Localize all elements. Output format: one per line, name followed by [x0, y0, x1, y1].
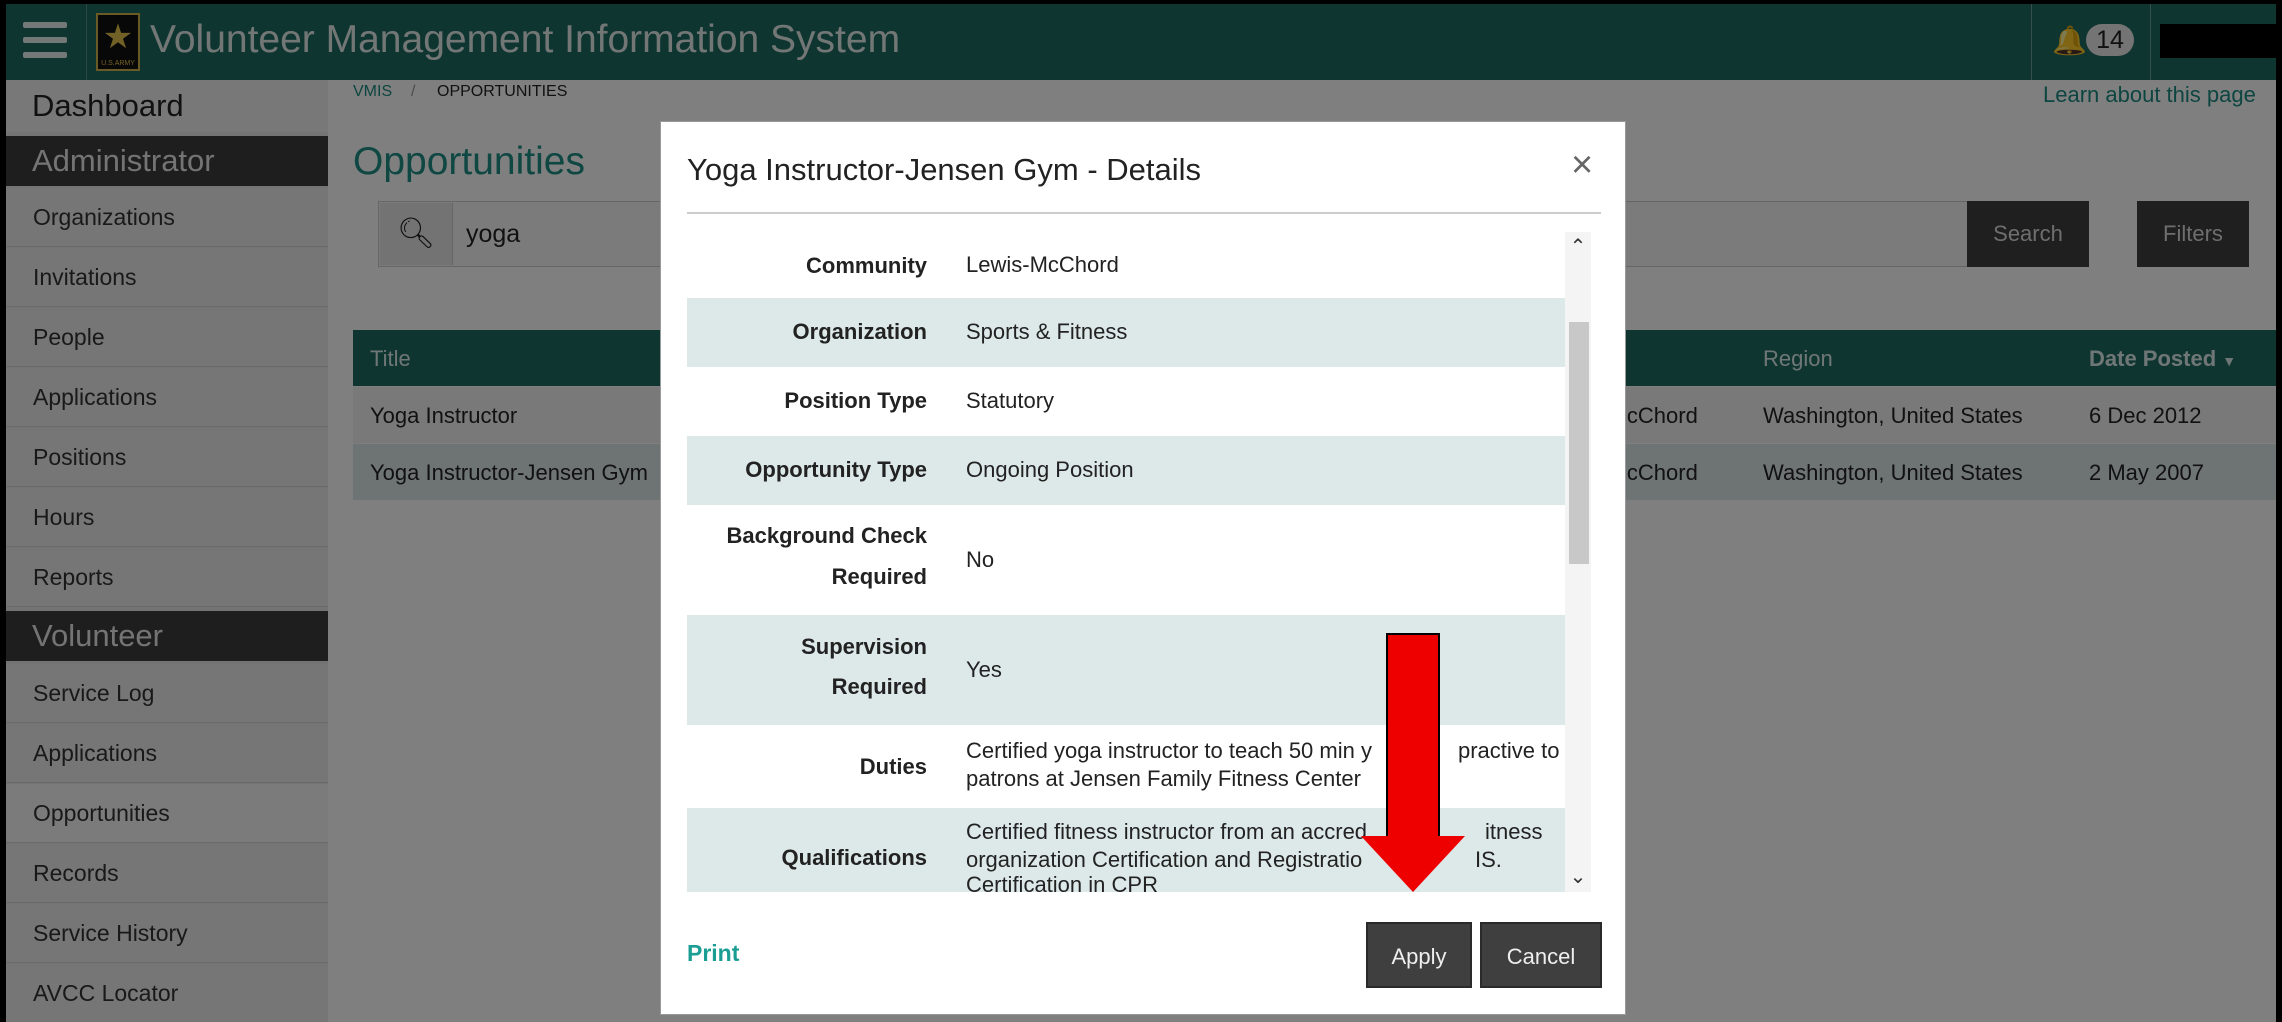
apply-button[interactable]: Apply [1366, 922, 1472, 988]
modal-details-list[interactable]: Community Lewis-McChord Organization Spo… [687, 232, 1601, 892]
annotation-arrow-shaft [1386, 633, 1440, 863]
detail-row-community: Community Lewis-McChord [687, 232, 1565, 298]
detail-value: IS. [1475, 847, 1502, 872]
detail-value: Yes [966, 657, 1002, 682]
modal-divider [687, 212, 1601, 214]
detail-label: Opportunity Type [745, 457, 927, 482]
detail-row-position-type: Position Type Statutory [687, 367, 1565, 436]
print-link[interactable]: Print [687, 940, 739, 967]
detail-row-organization: Organization Sports & Fitness [687, 298, 1565, 367]
detail-label: Community [806, 253, 927, 278]
detail-value: Certification in CPR [966, 872, 1158, 892]
detail-label: Required [831, 674, 927, 699]
detail-label: Qualifications [781, 845, 927, 870]
detail-value: Sports & Fitness [966, 319, 1128, 344]
detail-row-background-check: Background Check Required No [687, 505, 1565, 615]
detail-value: Certified yoga instructor to teach 50 mi… [966, 738, 1372, 763]
details-modal: Yoga Instructor-Jensen Gym - Details × C… [660, 121, 1626, 1015]
cancel-button[interactable]: Cancel [1480, 922, 1602, 988]
detail-label: Background Check [726, 523, 928, 548]
scrollbar-thumb[interactable] [1569, 322, 1589, 564]
detail-value: Ongoing Position [966, 457, 1134, 482]
detail-row-opportunity-type: Opportunity Type Ongoing Position [687, 436, 1565, 505]
detail-value: itness [1485, 819, 1543, 844]
app-window: ★ U.S.ARMY Volunteer Management Informat… [6, 4, 2276, 1022]
modal-scrollbar[interactable]: ⌃ ⌄ [1565, 232, 1591, 892]
detail-value: Statutory [966, 388, 1055, 413]
detail-value: No [966, 547, 995, 572]
detail-value: patrons at Jensen Family Fitness Center [966, 766, 1361, 791]
detail-label: Position Type [784, 388, 927, 413]
detail-value: Certified fitness instructor from an acc… [966, 819, 1368, 844]
detail-value: Lewis-McChord [966, 252, 1119, 277]
detail-value: practive to [1458, 738, 1560, 763]
detail-value: organization Certification and Registrat… [966, 847, 1363, 872]
detail-label: Organization [792, 319, 927, 344]
annotation-arrow-icon [1361, 836, 1465, 892]
detail-label: Supervision [801, 634, 927, 659]
close-icon[interactable]: × [1571, 144, 1593, 187]
scroll-down-icon[interactable]: ⌄ [1565, 864, 1591, 889]
scroll-up-icon[interactable]: ⌃ [1565, 234, 1591, 259]
modal-title: Yoga Instructor-Jensen Gym - Details [687, 152, 1202, 187]
detail-label: Required [831, 564, 927, 589]
detail-label: Duties [859, 754, 927, 779]
